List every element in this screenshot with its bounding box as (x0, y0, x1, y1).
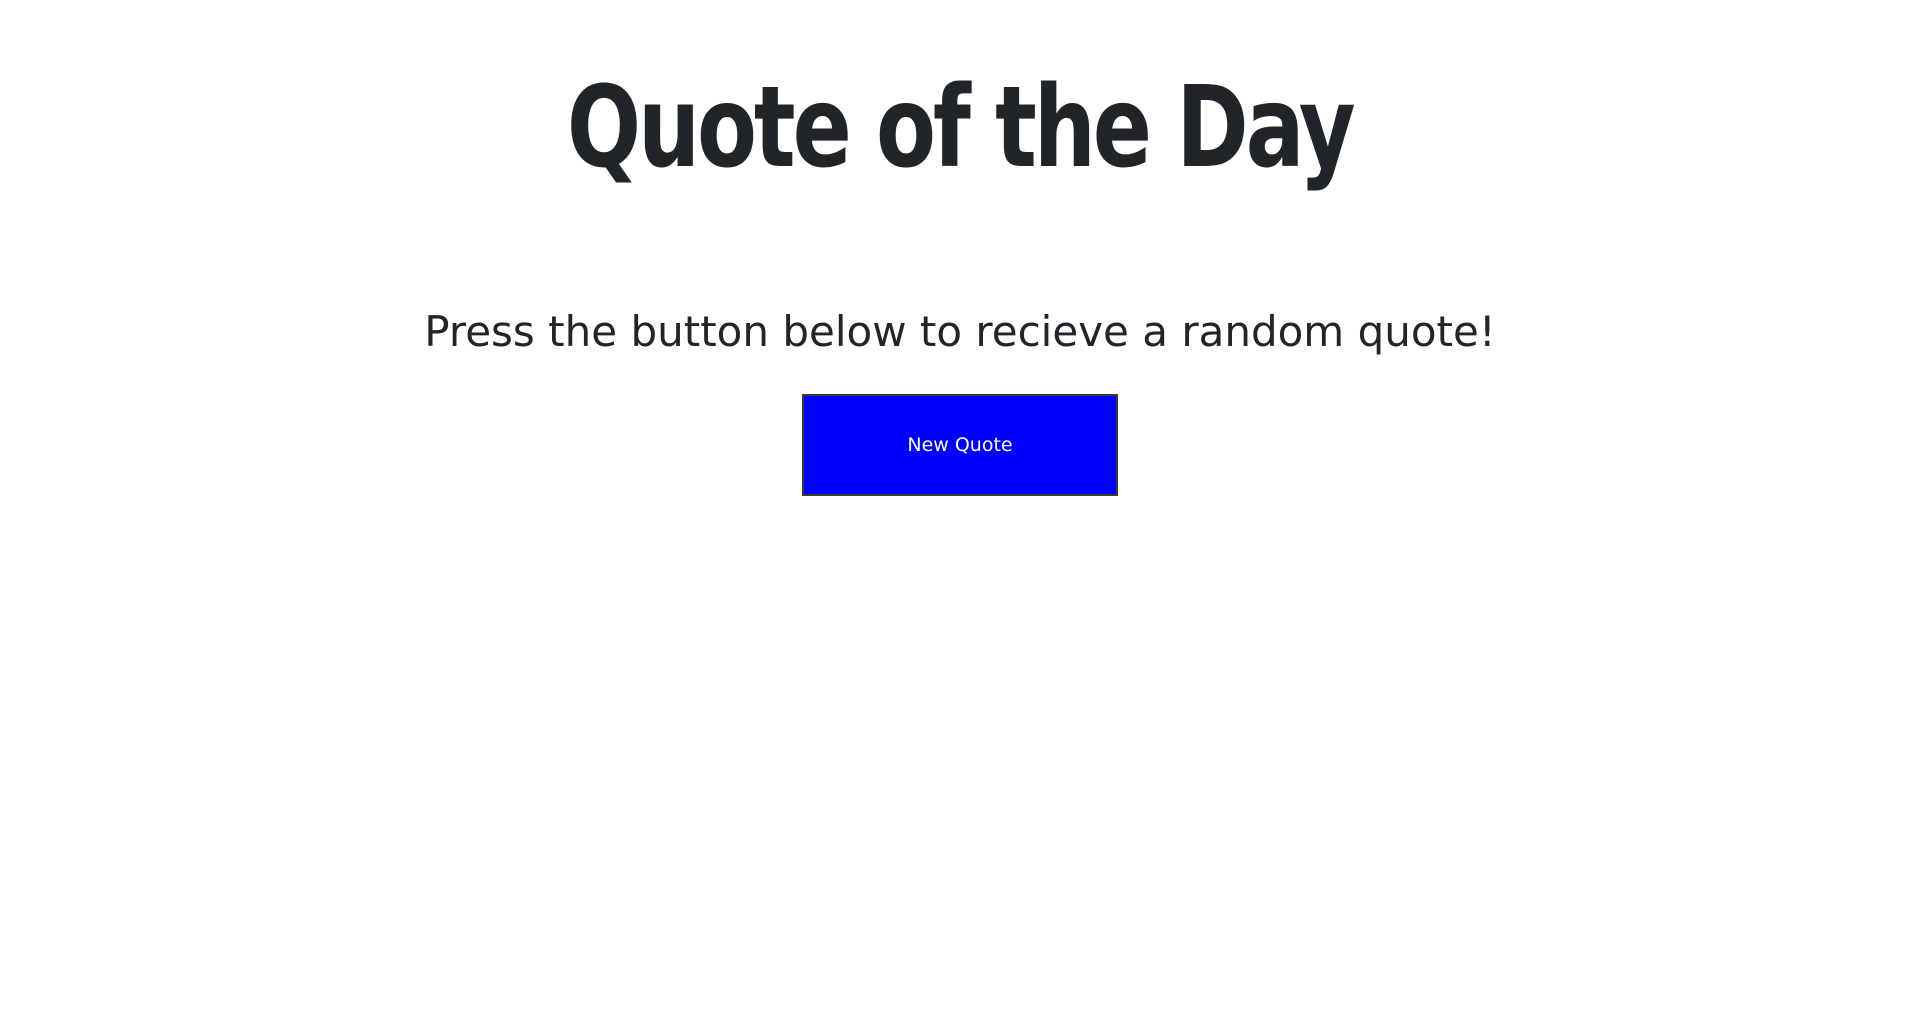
new-quote-button[interactable]: New Quote (802, 394, 1118, 496)
instruction-text: Press the button below to recieve a rand… (424, 307, 1496, 356)
page-title: Quote of the Day (567, 63, 1356, 193)
page: Quote of the Day Press the button below … (0, 0, 1920, 1010)
new-quote-button-label: New Quote (907, 434, 1013, 456)
